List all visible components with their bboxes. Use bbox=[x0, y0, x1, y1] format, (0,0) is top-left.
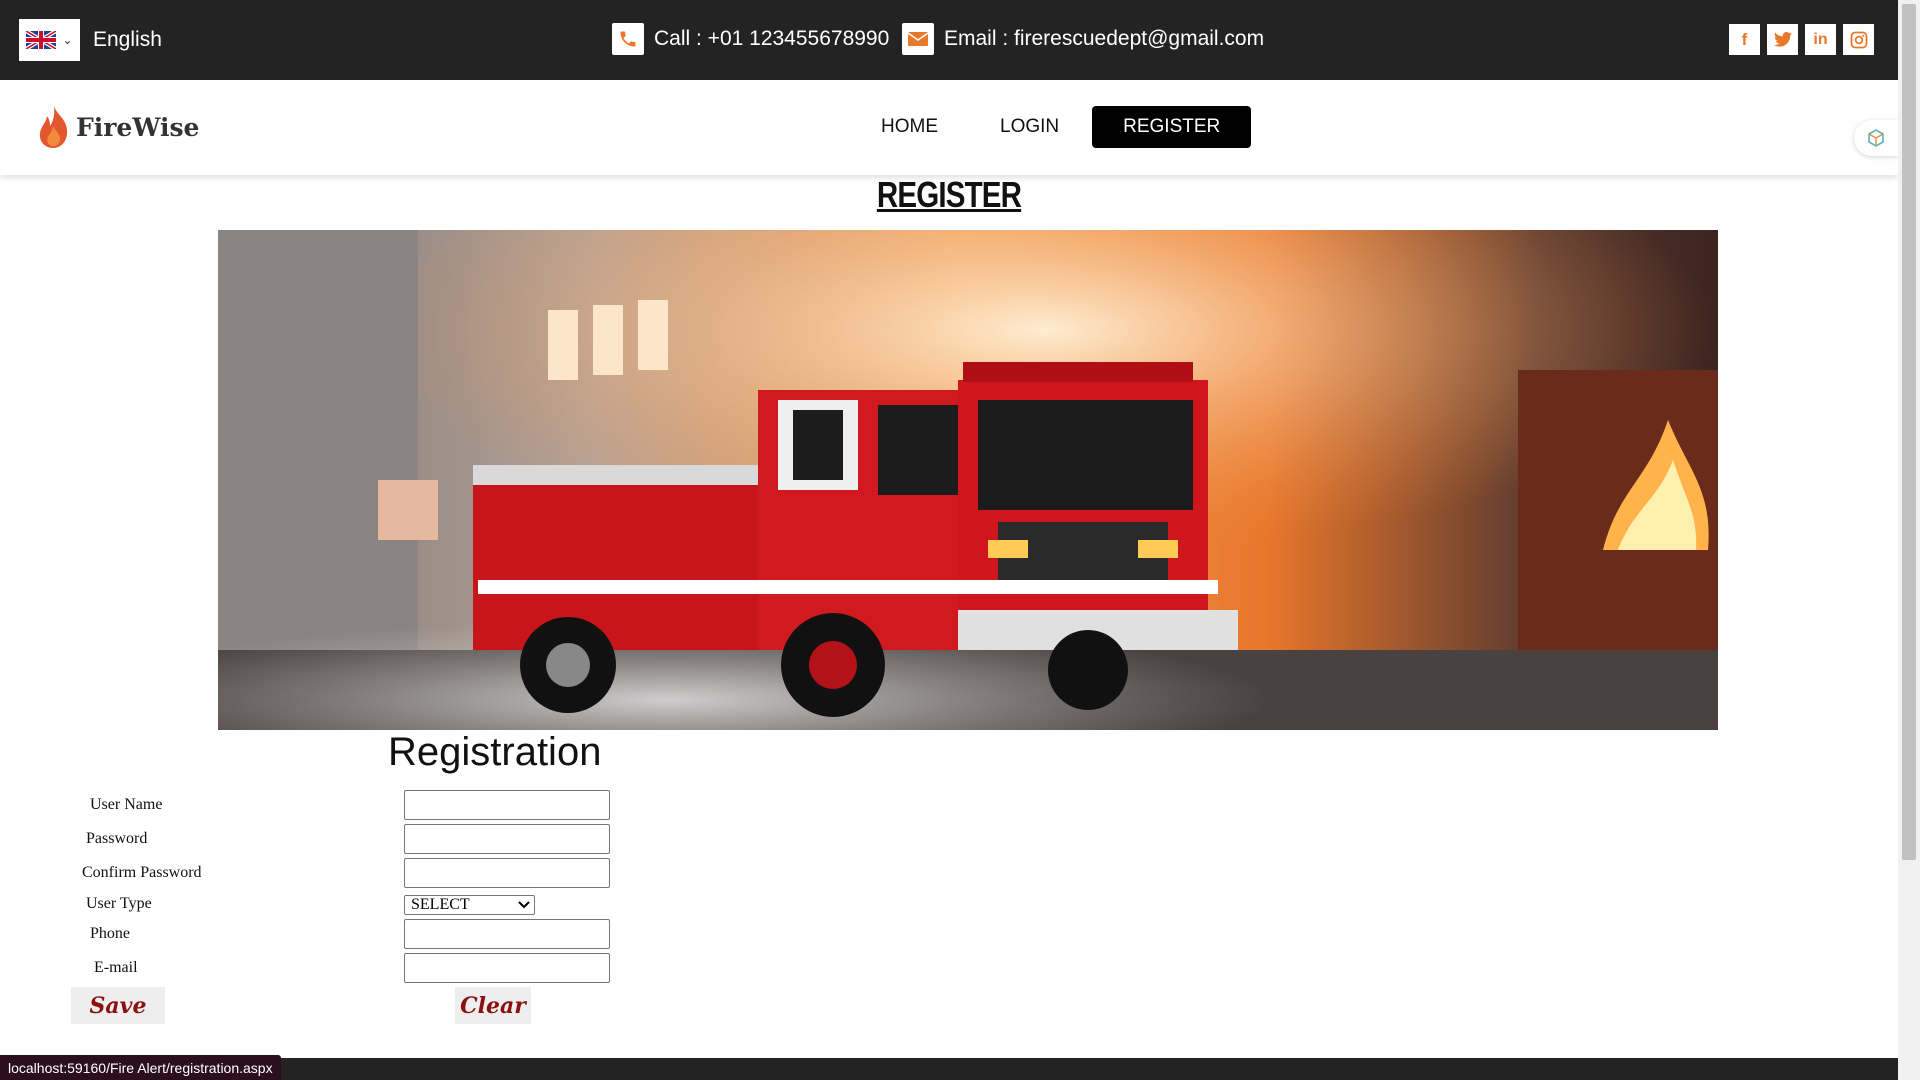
brand-logo[interactable]: FireWise bbox=[36, 104, 199, 150]
email-text: Email : firerescuedept@gmail.com bbox=[944, 27, 1265, 50]
instagram-icon[interactable] bbox=[1843, 24, 1874, 55]
page-scrollbar[interactable] bbox=[1898, 0, 1920, 1080]
facebook-icon[interactable]: f bbox=[1729, 24, 1760, 55]
linkedin-icon[interactable]: in bbox=[1805, 24, 1836, 55]
email-input[interactable] bbox=[404, 953, 610, 983]
cube-icon bbox=[1868, 129, 1884, 147]
main-nav: HOME LOGIN REGISTER bbox=[850, 106, 1252, 148]
password-label: Password bbox=[86, 830, 148, 847]
confirm-password-input[interactable] bbox=[404, 858, 610, 888]
chevron-down-icon bbox=[518, 901, 530, 909]
user-type-label: User Type bbox=[86, 895, 152, 912]
clear-button[interactable]: Clear bbox=[455, 987, 531, 1024]
nav-register[interactable]: REGISTER bbox=[1092, 106, 1252, 148]
envelope-icon bbox=[902, 23, 934, 55]
top-bar: ⌄ English Call : +01 123455678990 Email … bbox=[0, 0, 1898, 80]
password-input[interactable] bbox=[404, 824, 610, 854]
scrollbar-thumb[interactable] bbox=[1902, 4, 1916, 860]
confirm-password-label: Confirm Password bbox=[82, 864, 202, 881]
twitter-icon[interactable] bbox=[1767, 24, 1798, 55]
phone-icon bbox=[612, 23, 644, 55]
fire-truck-hero-image bbox=[218, 230, 1718, 730]
language-label: English bbox=[93, 28, 162, 51]
social-links: f in bbox=[1729, 24, 1874, 55]
phone-label: Phone bbox=[90, 925, 130, 942]
phone-input[interactable] bbox=[404, 919, 610, 949]
site-header: FireWise HOME LOGIN REGISTER bbox=[0, 80, 1898, 175]
save-button[interactable]: Save bbox=[71, 987, 165, 1024]
user-type-value: SELECT bbox=[411, 896, 470, 913]
email-label: E-mail bbox=[94, 959, 138, 976]
call-text: Call : +01 123455678990 bbox=[654, 27, 890, 50]
status-bar-url: localhost:59160/Fire Alert/registration.… bbox=[0, 1055, 281, 1080]
username-label: User Name bbox=[90, 796, 163, 813]
uk-flag-icon bbox=[26, 31, 57, 49]
flame-icon bbox=[39, 106, 68, 148]
form-heading: Registration bbox=[388, 730, 602, 774]
user-type-select[interactable]: SELECT bbox=[404, 895, 535, 915]
brand-name: FireWise bbox=[76, 112, 200, 142]
language-selector[interactable]: ⌄ bbox=[19, 19, 80, 61]
nav-home[interactable]: HOME bbox=[850, 106, 969, 148]
chevron-down-icon: ⌄ bbox=[62, 33, 73, 47]
extension-widget[interactable] bbox=[1854, 120, 1898, 156]
footer-band bbox=[0, 1058, 1898, 1080]
page-title: REGISTER bbox=[876, 174, 1022, 215]
call-contact: Call : +01 123455678990 bbox=[612, 23, 889, 55]
username-input[interactable] bbox=[404, 790, 610, 820]
nav-login[interactable]: LOGIN bbox=[969, 106, 1090, 148]
email-contact: Email : firerescuedept@gmail.com bbox=[902, 23, 1264, 55]
